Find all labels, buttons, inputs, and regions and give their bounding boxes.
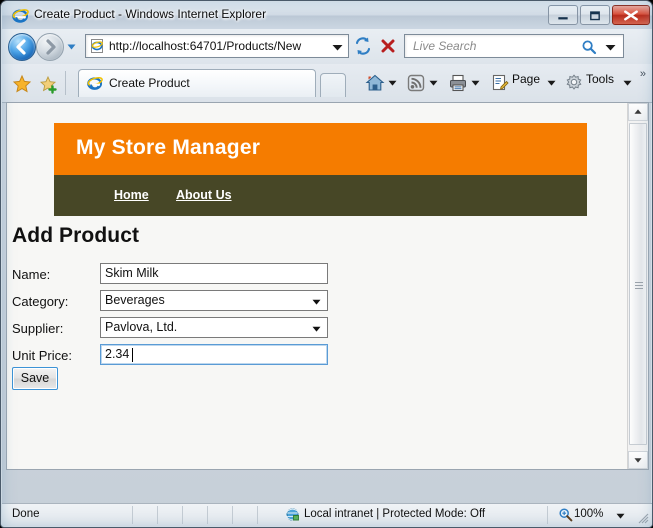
favorites-star-icon[interactable] [12,74,32,94]
scroll-up-button[interactable] [628,103,648,121]
site-nav: Home About Us [54,175,587,216]
label-name: Name: [12,267,51,282]
site-banner: My Store Manager [54,123,587,175]
page-caret-icon[interactable] [547,80,556,86]
toolbar-divider [65,71,66,95]
add-favorite-icon[interactable] [38,74,58,94]
nav-link-about-us[interactable]: About Us [176,188,232,202]
feeds-caret-icon[interactable] [429,80,438,86]
search-box[interactable]: Live Search [404,34,624,58]
input-unit-price[interactable]: 2.34 [100,344,328,365]
input-unit-price-value: 2.34 [105,347,130,361]
stop-button[interactable] [376,34,400,58]
gear-icon[interactable] [564,73,584,93]
status-bar: Done Local intranet | Protected Mode: Of… [2,503,652,526]
web-page: My Store Manager Home About Us Add Produ… [7,103,629,469]
input-name[interactable]: Skim Milk [100,263,328,284]
save-button-label: Save [20,371,50,385]
resize-grip[interactable] [637,512,649,524]
save-button[interactable]: Save [12,367,58,390]
back-button[interactable] [8,33,36,61]
print-caret-icon[interactable] [471,80,480,86]
refresh-button[interactable] [351,34,375,58]
label-unit-price: Unit Price: [12,348,72,363]
new-tab-button[interactable] [320,73,346,97]
search-icon[interactable] [581,39,597,55]
tools-caret-icon[interactable] [623,80,632,86]
search-input[interactable]: Live Search [413,39,476,53]
tab-bar: Create Product Page Tools » [2,64,652,103]
label-supplier: Supplier: [12,321,64,336]
tab-label: Create Product [109,76,190,90]
close-button[interactable] [612,5,650,25]
chevron-down-icon[interactable] [312,326,321,332]
zoom-magnifier-icon[interactable] [558,507,573,522]
search-provider-dropdown[interactable] [605,44,616,51]
select-supplier-value: Pavlova, Ltd. [105,320,178,334]
zoom-dropdown[interactable] [616,513,625,519]
printer-icon[interactable] [448,73,468,93]
chevron-down-icon[interactable] [312,299,321,305]
ie-icon [12,9,29,23]
page-document-icon [91,39,103,53]
scroll-down-button[interactable] [628,451,648,469]
tab-create-product[interactable]: Create Product [78,69,316,97]
intranet-globe-icon [285,508,300,521]
rss-icon[interactable] [406,73,426,93]
text-cursor [132,348,133,362]
security-zone-text: Local intranet | Protected Mode: Off [304,508,486,520]
site-title: My Store Manager [76,136,261,159]
maximize-button[interactable] [580,5,610,25]
vertical-scrollbar[interactable] [627,103,648,469]
address-bar[interactable]: http://localhost:64701/Products/New [85,34,349,58]
status-text: Done [12,508,40,520]
input-name-value: Skim Milk [105,266,159,280]
toolbar-overflow-icon[interactable]: » [640,68,646,80]
page-heading: Add Product [12,224,140,247]
recent-pages-dropdown[interactable] [66,41,77,52]
select-category[interactable]: Beverages [100,290,328,311]
page-viewport: My Store Manager Home About Us Add Produ… [6,102,649,470]
site-container: My Store Manager Home About Us [54,123,587,216]
nav-link-home[interactable]: Home [114,188,149,202]
ie-icon [87,76,103,90]
window-title: Create Product - Windows Internet Explor… [34,7,267,21]
forward-button[interactable] [36,33,64,61]
home-icon[interactable] [365,73,385,93]
home-caret-icon[interactable] [388,80,397,86]
page-menu-label[interactable]: Page [512,72,540,94]
address-text: http://localhost:64701/Products/New [109,39,302,53]
address-dropdown[interactable] [332,44,343,51]
title-bar: Create Product - Windows Internet Explor… [2,2,652,29]
zoom-level[interactable]: 100% [574,508,603,520]
tools-menu-label[interactable]: Tools [586,72,614,94]
scrollbar-thumb[interactable] [629,123,647,445]
select-category-value: Beverages [105,293,165,307]
navigation-bar: http://localhost:64701/Products/New Live… [2,29,652,64]
select-supplier[interactable]: Pavlova, Ltd. [100,317,328,338]
label-category: Category: [12,294,69,309]
browser-window: Create Product - Windows Internet Explor… [0,0,653,528]
minimize-button[interactable] [548,5,578,25]
page-icon[interactable] [490,73,510,93]
